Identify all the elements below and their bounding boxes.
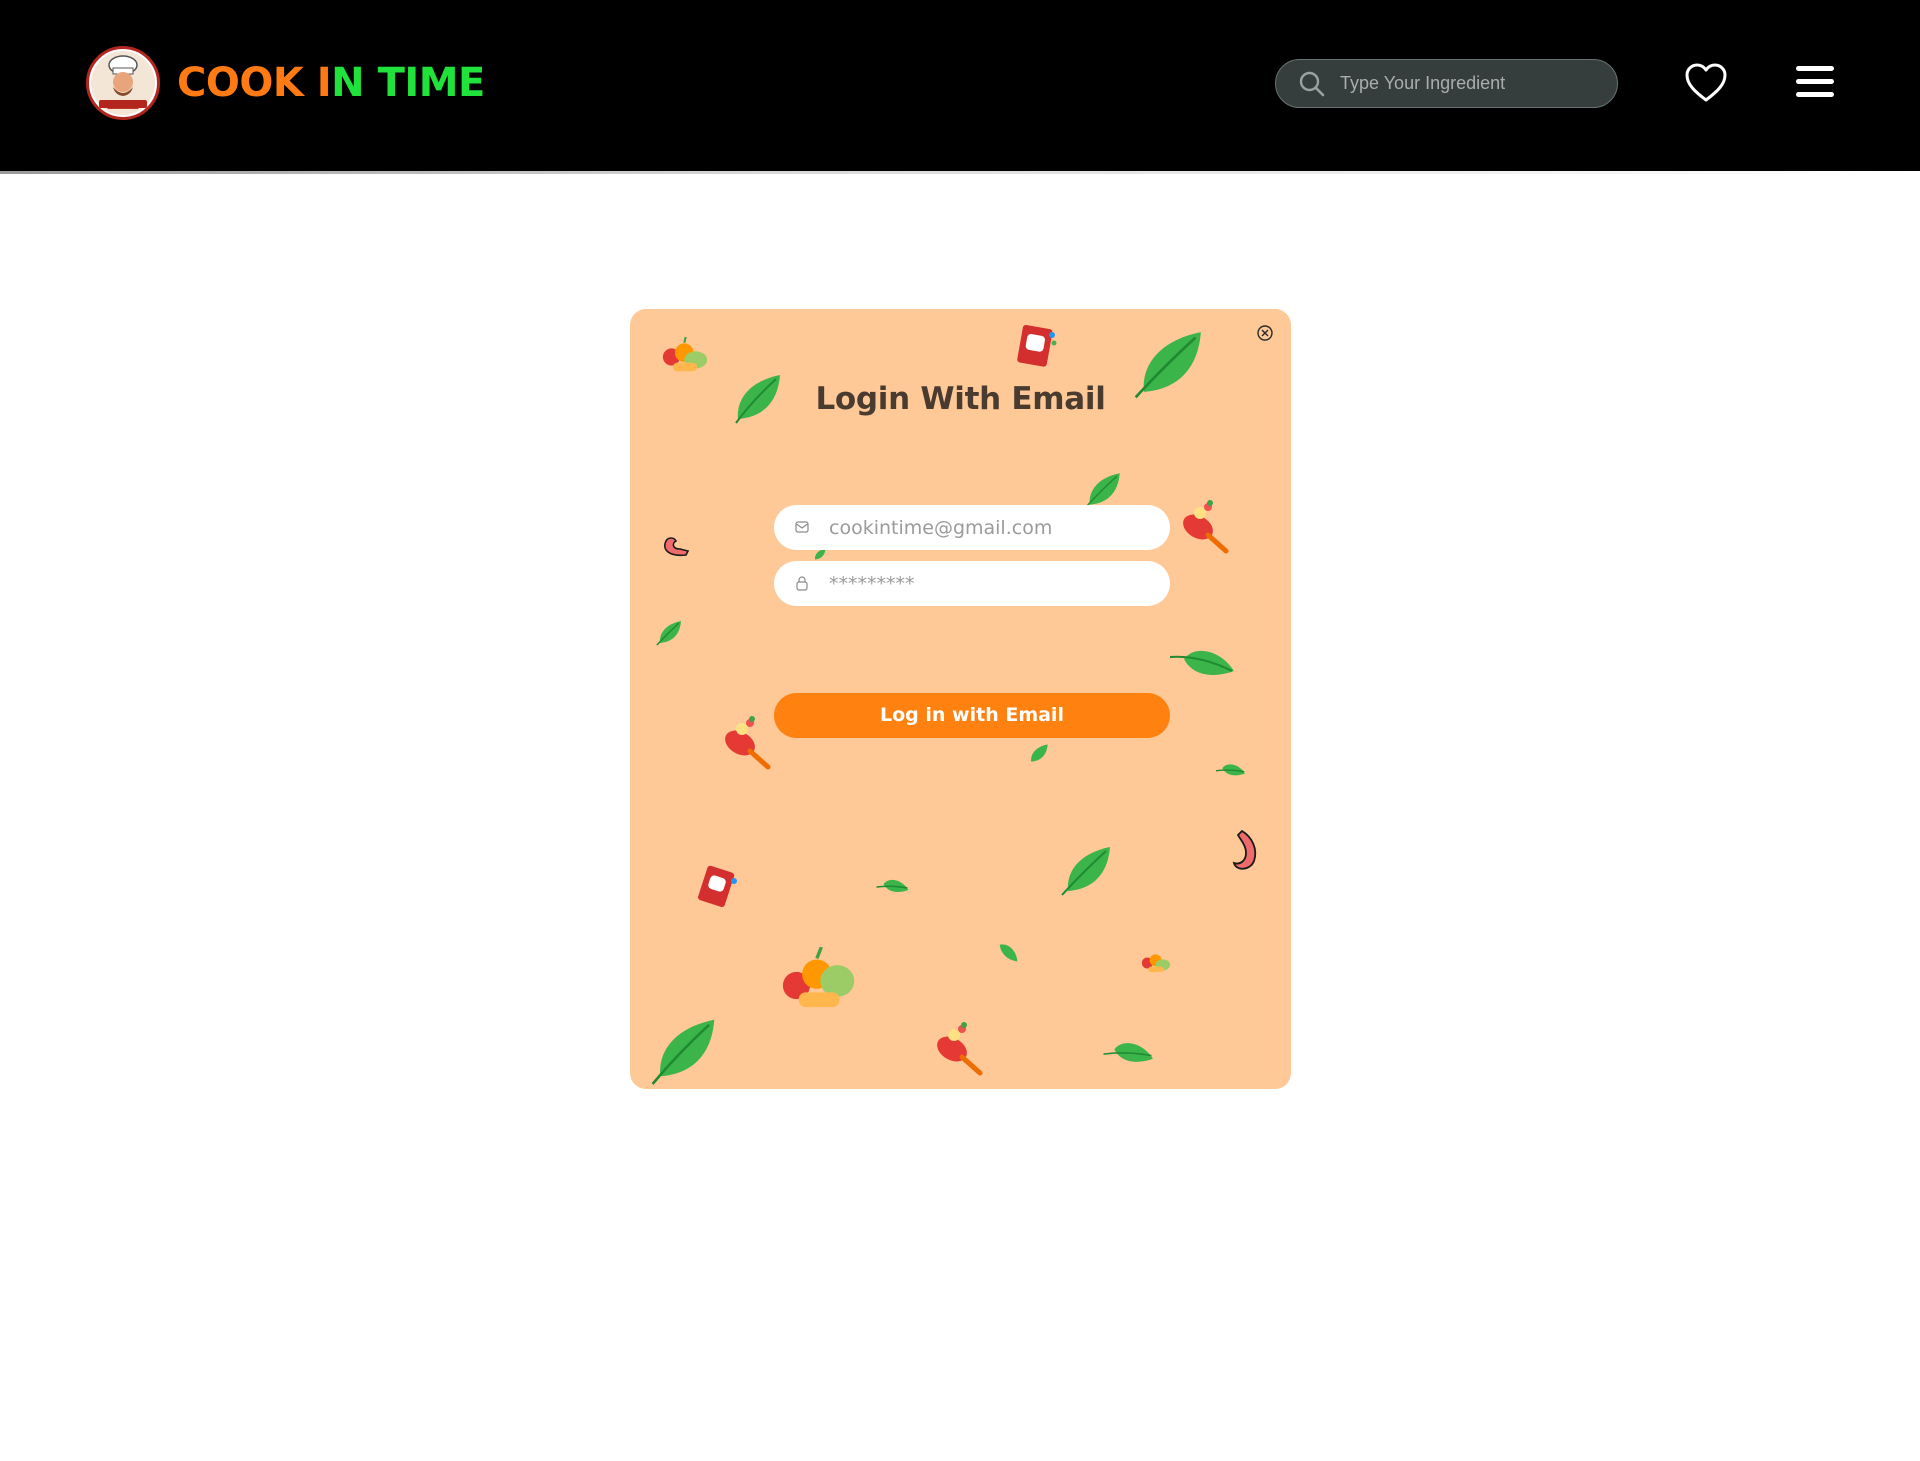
leaf-icon — [1031, 744, 1048, 762]
frying-pan-icon — [725, 716, 771, 770]
hamburger-menu-icon — [1796, 66, 1836, 97]
frying-pan-icon — [1183, 500, 1229, 554]
frying-pan-icon — [937, 1022, 983, 1076]
brand[interactable]: COOK IN TIME — [86, 46, 485, 120]
leaf-icon — [1170, 650, 1234, 675]
leaf-icon — [1084, 473, 1120, 509]
heart-icon — [1685, 63, 1727, 102]
mail-icon — [795, 521, 809, 533]
password-input[interactable] — [829, 561, 1159, 606]
vegetables-icon — [1141, 954, 1171, 973]
email-field[interactable] — [774, 505, 1170, 550]
vegetables-icon — [662, 336, 708, 372]
leaf-icon — [651, 1019, 715, 1085]
shrimp-icon — [664, 537, 690, 557]
brand-name-part-green: N TIME — [331, 60, 485, 106]
favorites-button[interactable] — [1684, 62, 1728, 104]
login-with-email-button[interactable]: Log in with Email — [774, 693, 1170, 738]
recipe-book-icon — [698, 865, 737, 908]
brand-name-part-orange: COOK I — [177, 60, 332, 106]
leaf-icon — [1103, 1043, 1153, 1062]
top-navigation-bar: COOK IN TIME — [0, 0, 1920, 172]
ingredient-search[interactable] — [1275, 59, 1618, 108]
modal-title: Login With Email — [815, 381, 1106, 417]
leaf-icon — [1215, 764, 1246, 776]
vegetables-icon — [782, 947, 855, 1008]
recipe-book-icon — [1017, 324, 1057, 367]
search-icon — [1299, 71, 1325, 97]
leaf-icon — [656, 621, 681, 646]
password-field[interactable] — [774, 561, 1170, 606]
shrimp-icon — [1232, 829, 1257, 870]
brand-name: COOK IN TIME — [177, 63, 485, 103]
leaf-icon — [999, 944, 1018, 962]
login-modal: Login With Email Log in with Email — [630, 309, 1291, 1089]
email-input[interactable] — [829, 505, 1159, 550]
chef-logo-icon — [86, 46, 160, 120]
leaf-icon — [1061, 847, 1110, 896]
close-circle-icon[interactable] — [1256, 324, 1274, 342]
search-input[interactable] — [1340, 60, 1605, 107]
lock-icon — [796, 576, 808, 591]
menu-button[interactable] — [1796, 66, 1836, 102]
header-divider — [0, 171, 1920, 174]
leaf-icon — [876, 879, 909, 892]
